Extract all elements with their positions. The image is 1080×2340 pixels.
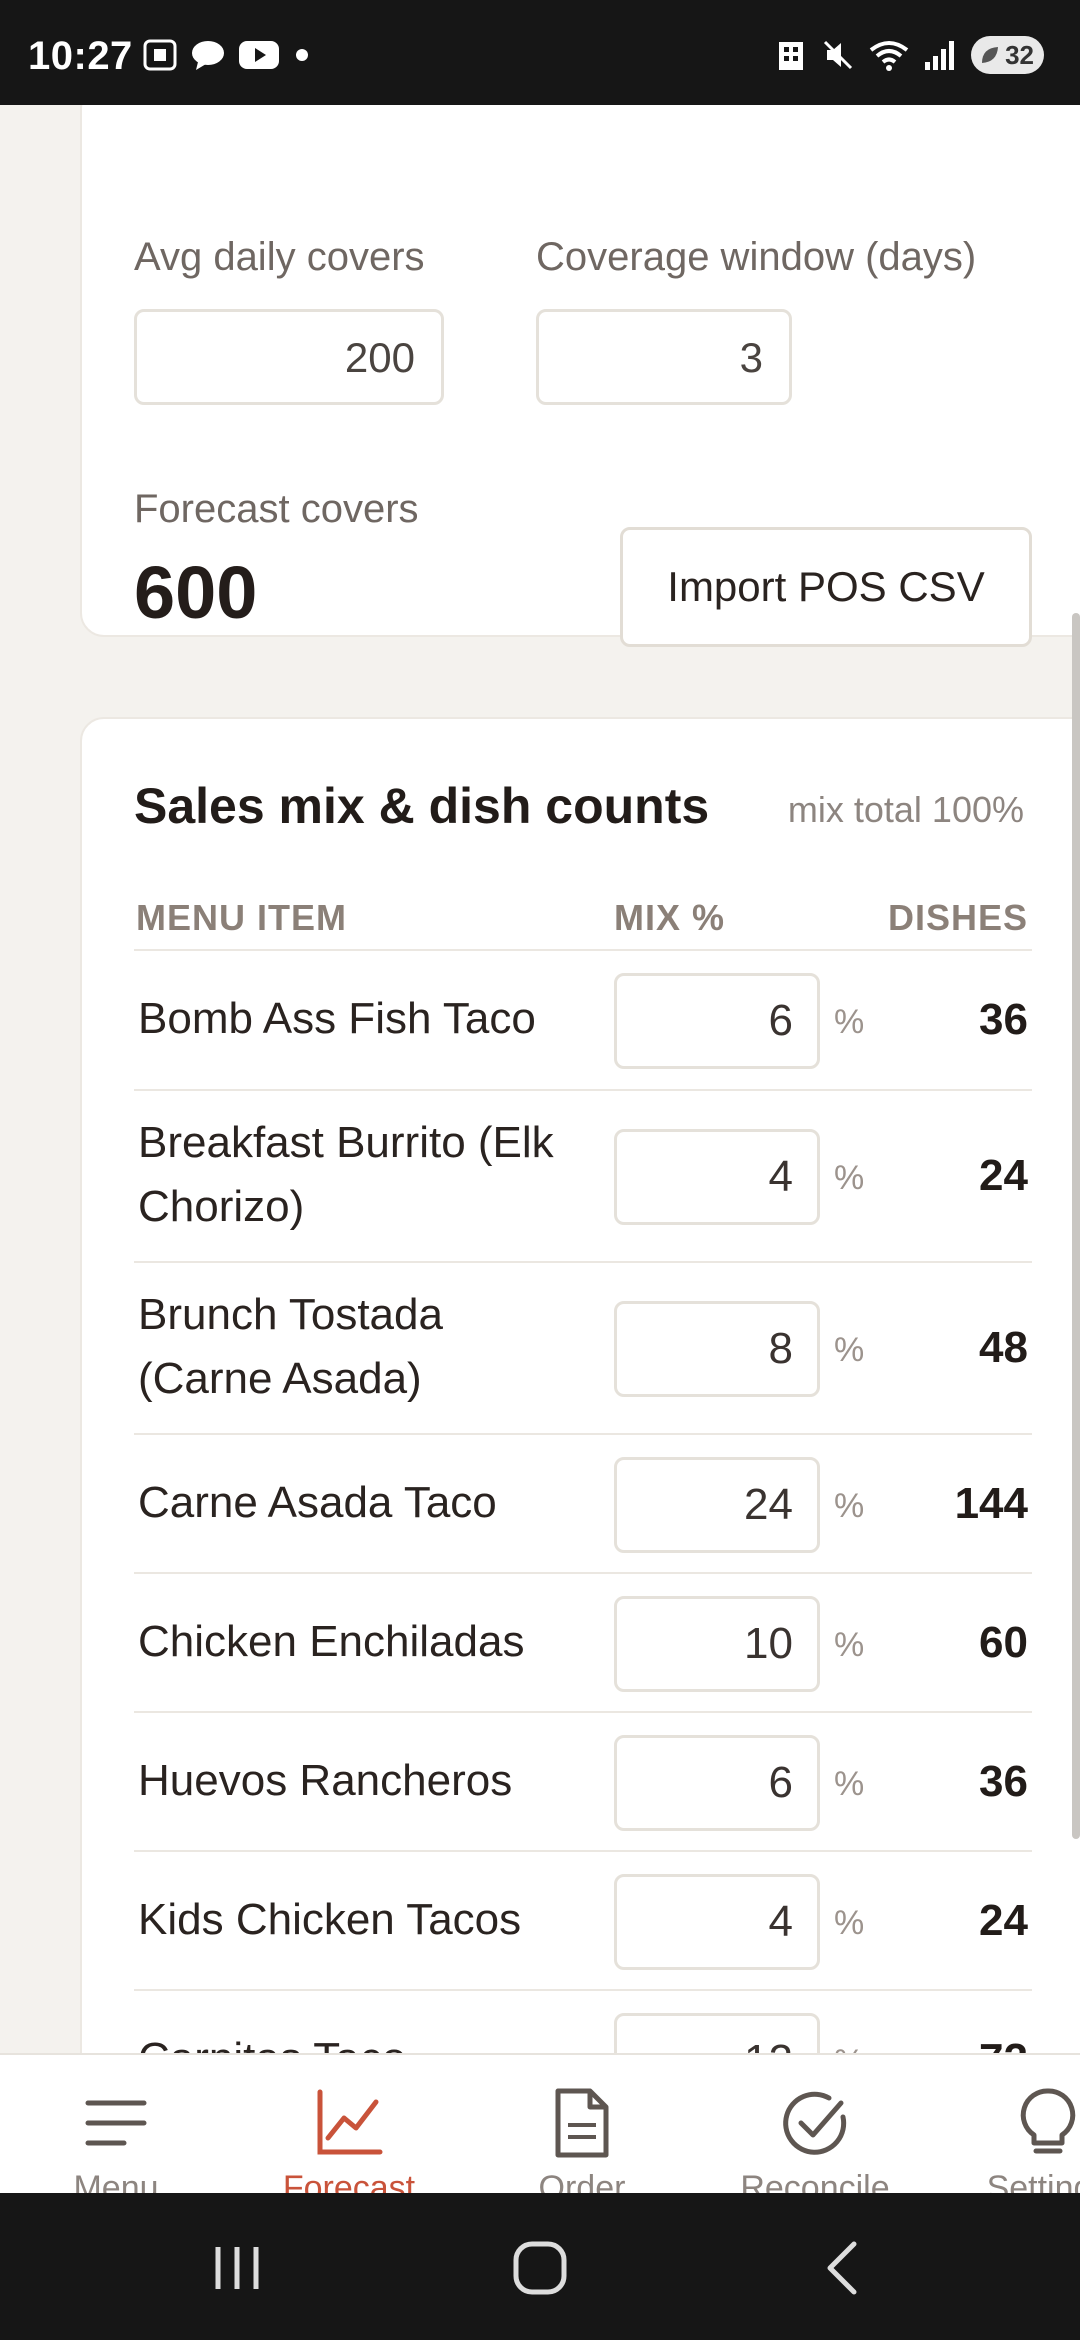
lightbulb-icon [948, 2083, 1080, 2163]
nav-order[interactable]: Order [482, 2083, 682, 2193]
table-row: Breakfast Burrito (Elk Chorizo) 4 % 24 [134, 1091, 1032, 1263]
menu-item-name: Breakfast Burrito (Elk Chorizo) [138, 1118, 554, 1231]
back-icon [827, 2241, 857, 2295]
status-time: 10:27 [28, 34, 133, 78]
dish-count: 48 [979, 1323, 1028, 1372]
pct-symbol: % [834, 2043, 864, 2053]
header-dishes: DISHES [887, 897, 1028, 938]
system-nav-bar [0, 2193, 1080, 2340]
nav-menu-label: Menu [73, 2169, 159, 2193]
screenshot-icon [143, 39, 177, 71]
scrollbar[interactable] [1072, 613, 1080, 1839]
pct-symbol: % [834, 1904, 865, 1942]
back-button[interactable] [820, 2233, 864, 2303]
table-row: Chicken Enchiladas 10 % 60 [134, 1574, 1032, 1713]
menu-item-name: Bomb Ass Fish Taco [138, 994, 536, 1043]
menu-item-name: Carne Asada Taco [138, 1478, 497, 1527]
hamburger-menu-icon [16, 2083, 216, 2163]
mix-total-badge: mix total 100% [787, 789, 1024, 830]
battery-indicator: 32 [971, 36, 1044, 74]
mix-pct-input[interactable]: 4 [614, 1129, 820, 1225]
mute-icon [824, 40, 853, 70]
dish-count: 36 [979, 995, 1028, 1044]
wifi-icon [869, 41, 909, 71]
sales-mix-title: Sales mix & dish counts [134, 778, 710, 834]
youtube-icon [239, 41, 279, 69]
bottom-nav: Menu Forecast Order Reconcile Settings [0, 2053, 1080, 2193]
pct-symbol: % [834, 1487, 865, 1525]
signal-icon [925, 41, 955, 70]
table-row: Huevos Rancheros 6 % 36 [134, 1713, 1032, 1852]
header-mix-pct: MIX % [614, 897, 726, 938]
pct-symbol: % [834, 1159, 865, 1197]
menu-item-name: Brunch Tostada (Carne Asada) [138, 1290, 443, 1403]
building-icon [779, 42, 804, 70]
system-icons: 32 [775, 36, 1044, 74]
status-bar: 10:27 32 [0, 0, 1080, 105]
home-icon [513, 2241, 567, 2295]
mix-pct-input[interactable]: 4 [614, 1874, 820, 1970]
mix-pct-input[interactable]: 6 [614, 1735, 820, 1831]
nav-menu[interactable]: Menu [16, 2083, 216, 2193]
avg-daily-covers-label: Avg daily covers [134, 235, 425, 279]
mix-pct-input[interactable]: 10 [614, 1596, 820, 1692]
header-menu-item: MENU ITEM [136, 897, 347, 938]
menu-item-name: Carnitas Taco [138, 2027, 578, 2053]
avg-daily-covers-input[interactable]: 200 [134, 309, 444, 405]
battery-level: 32 [1005, 39, 1034, 70]
pct-symbol: % [834, 1003, 865, 1041]
recent-apps-icon [215, 2247, 259, 2289]
dish-count: 60 [979, 1618, 1028, 1667]
nav-order-label: Order [538, 2169, 626, 2193]
check-circle-icon [715, 2083, 915, 2163]
mix-pct-input[interactable]: 12 [614, 2013, 820, 2053]
leaf-icon [982, 47, 999, 63]
mix-pct-input[interactable]: 8 [614, 1301, 820, 1397]
mix-pct-input[interactable]: 24 [614, 1457, 820, 1553]
table-row: Kids Chicken Tacos 4 % 24 [134, 1852, 1032, 1991]
menu-item-name: Chicken Enchiladas [138, 1617, 525, 1666]
dish-count: 24 [979, 1896, 1028, 1945]
coverage-window-input[interactable]: 3 [536, 309, 792, 405]
pct-symbol: % [834, 1331, 865, 1369]
pct-symbol: % [834, 1765, 865, 1803]
notification-icons [142, 38, 312, 72]
forecast-covers-label: Forecast covers [134, 487, 419, 531]
document-icon [482, 2083, 682, 2163]
dish-count: 144 [954, 1479, 1028, 1528]
home-button[interactable] [508, 2233, 572, 2303]
sales-mix-card: Sales mix & dish counts mix total 100% M… [80, 717, 1080, 2053]
covers-card: Avg daily covers 200 Coverage window (da… [80, 105, 1080, 647]
menu-item-name: Kids Chicken Tacos [138, 1895, 522, 1944]
nav-settings[interactable]: Settings [948, 2083, 1080, 2193]
import-pos-csv-button[interactable]: Import POS CSV [620, 527, 1032, 647]
forecast-covers-value: 600 [134, 551, 258, 634]
menu-item-name: Huevos Rancheros [138, 1756, 513, 1805]
pct-symbol: % [834, 1626, 865, 1664]
table-row: Bomb Ass Fish Taco 6 % 36 [134, 951, 1032, 1091]
line-chart-icon [249, 2083, 449, 2163]
nav-forecast[interactable]: Forecast [249, 2083, 449, 2193]
chat-icon [192, 41, 224, 70]
mix-pct-input[interactable]: 6 [614, 973, 820, 1069]
nav-settings-label: Settings [986, 2169, 1080, 2193]
recent-apps-button[interactable] [210, 2233, 264, 2303]
table-row: Carne Asada Taco 24 % 144 [134, 1435, 1032, 1574]
nav-reconcile[interactable]: Reconcile [715, 2083, 915, 2193]
forecast-content[interactable]: Avg daily covers 200 Coverage window (da… [0, 105, 1080, 2053]
dish-count: 36 [979, 1757, 1028, 1806]
table-row: Brunch Tostada (Carne Asada) 8 % 48 [134, 1263, 1032, 1435]
dish-count: 24 [979, 1151, 1028, 1200]
coverage-window-label: Coverage window (days) [536, 235, 977, 279]
table-row: Carnitas Taco 12 % 72 [134, 1991, 1032, 2053]
dot-icon [296, 49, 308, 61]
nav-forecast-label: Forecast [282, 2169, 416, 2193]
nav-reconcile-label: Reconcile [740, 2169, 890, 2193]
dish-count: 72 [979, 2035, 1028, 2053]
